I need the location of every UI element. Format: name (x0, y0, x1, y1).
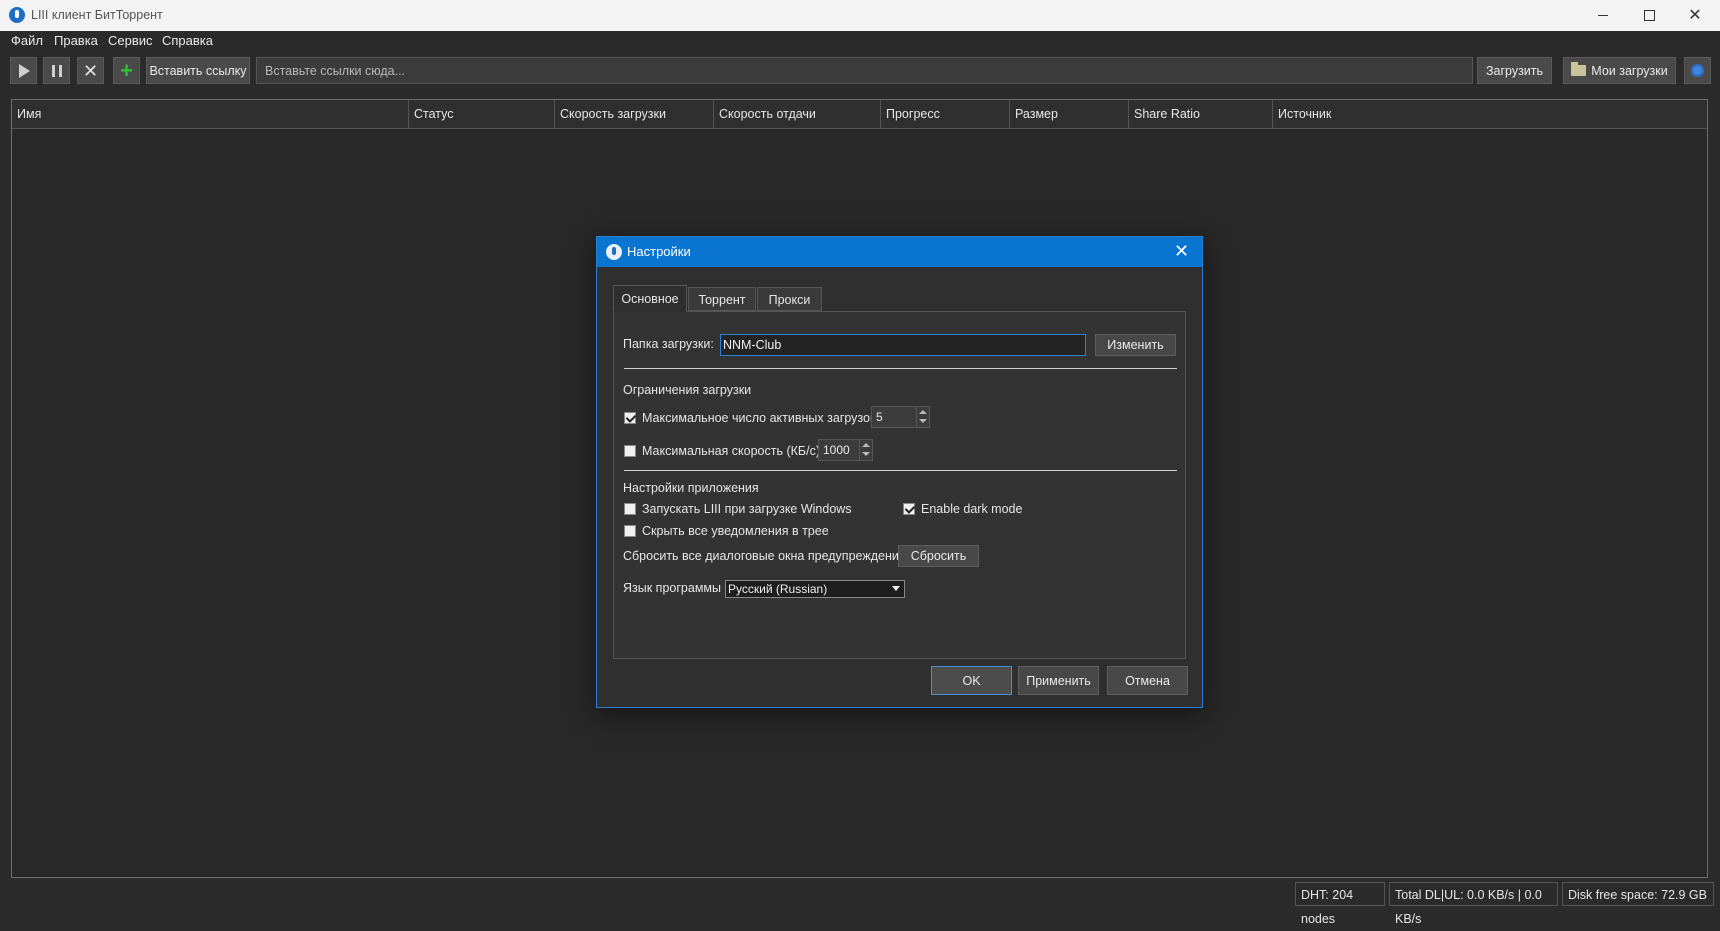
remove-button[interactable]: ✕ (77, 57, 104, 84)
tab-torrent[interactable]: Торрент (688, 287, 756, 311)
hide-notifications-label: Скрыть все уведомления в трее (642, 524, 829, 538)
apply-button[interactable]: Применить (1018, 666, 1099, 695)
url-input[interactable] (256, 57, 1473, 84)
close-window-button[interactable]: ✕ (1672, 0, 1718, 31)
col-name[interactable]: Имя (12, 100, 409, 128)
menu-file[interactable]: Файл (11, 33, 43, 48)
max-active-label: Максимальное число активных загрузок (642, 411, 876, 425)
table-header: Имя Статус Скорость загрузки Скорость от… (12, 100, 1707, 129)
gear-icon (1691, 64, 1704, 77)
minimize-button[interactable] (1580, 0, 1626, 31)
limits-header: Ограничения загрузки (623, 383, 752, 397)
tab-panel-general: Папка загрузки: NNM-Club Изменить Ограни… (613, 311, 1186, 659)
menu-help[interactable]: Справка (162, 33, 213, 48)
change-folder-button[interactable]: Изменить (1095, 334, 1176, 356)
dht-status: DHT: 204 nodes (1295, 882, 1385, 926)
maximize-icon (1643, 10, 1655, 21)
maximize-button[interactable] (1626, 0, 1672, 31)
max-active-spinbox[interactable]: 5 (871, 406, 930, 428)
plus-icon: + (120, 57, 133, 83)
title-bar: LIII клиент БитТоррент ✕ (0, 0, 1720, 31)
language-value: Русский (Russian) (728, 582, 828, 596)
add-torrent-button[interactable]: + (113, 57, 140, 84)
folder-icon (1571, 62, 1587, 76)
start-button[interactable] (10, 57, 37, 84)
max-speed-checkbox[interactable] (624, 445, 636, 457)
max-speed-label: Максимальная скорость (КБ/с) (642, 444, 821, 458)
dialog-title-bar: Настройки ✕ (597, 237, 1202, 267)
ok-button[interactable]: OK (931, 666, 1012, 695)
total-speed-status: Total DL|UL: 0.0 KB/s | 0.0 KB/s (1389, 882, 1558, 926)
max-speed-spinbox[interactable]: 1000 (818, 439, 873, 461)
close-icon: ✕ (1688, 6, 1702, 24)
dialog-close-icon[interactable]: ✕ (1174, 241, 1189, 262)
dark-mode-checkbox[interactable] (903, 503, 915, 515)
menu-bar: Файл Правка Сервис Справка (0, 31, 1720, 51)
max-active-checkbox[interactable] (624, 412, 636, 424)
hide-notifications-checkbox[interactable] (624, 525, 636, 537)
language-select[interactable]: Русский (Russian) (725, 580, 905, 598)
folder-label: Папка загрузки: (623, 337, 714, 351)
autostart-checkbox[interactable] (624, 503, 636, 515)
menu-service[interactable]: Сервис (108, 33, 153, 48)
app-settings-header: Настройки приложения (623, 481, 759, 495)
max-active-value: 5 (876, 410, 883, 424)
pause-icon (51, 64, 62, 77)
separator (624, 368, 1177, 369)
spin-arrows-icon[interactable] (916, 407, 929, 427)
spin-arrows-icon[interactable] (859, 440, 872, 460)
dark-mode-label: Enable dark mode (921, 502, 1023, 516)
app-icon (606, 244, 622, 260)
tab-general[interactable]: Основное (613, 285, 687, 312)
status-bar: DHT: 204 nodes Total DL|UL: 0.0 KB/s | 0… (0, 880, 1720, 926)
cancel-button[interactable]: Отмена (1107, 666, 1188, 695)
col-upload-speed[interactable]: Скорость отдачи (714, 100, 881, 128)
play-icon (19, 63, 30, 78)
col-download-speed[interactable]: Скорость загрузки (555, 100, 714, 128)
menu-edit[interactable]: Правка (54, 33, 98, 48)
my-downloads-label: Мои загрузки (1591, 63, 1668, 78)
load-button[interactable]: Загрузить (1477, 57, 1552, 84)
tab-proxy[interactable]: Прокси (757, 287, 822, 311)
separator (624, 470, 1177, 471)
col-progress[interactable]: Прогресс (881, 100, 1010, 128)
reset-dialogs-label: Сбросить все диалоговые окна предупрежде… (623, 549, 906, 563)
download-folder-input[interactable]: NNM-Club (720, 334, 1086, 356)
col-share-ratio[interactable]: Share Ratio (1129, 100, 1273, 128)
chevron-down-icon (892, 586, 900, 591)
col-status[interactable]: Статус (409, 100, 555, 128)
minimize-icon (1598, 15, 1608, 16)
max-speed-value: 1000 (823, 443, 850, 457)
col-size[interactable]: Размер (1010, 100, 1129, 128)
col-source[interactable]: Источник (1273, 100, 1707, 128)
autostart-label: Запускать LIII при загрузке Windows (642, 502, 852, 516)
language-label: Язык программы (623, 581, 721, 595)
remove-icon: ✕ (82, 60, 99, 81)
disk-space-status: Disk free space: 72.9 GB (1562, 882, 1714, 906)
app-icon (9, 7, 25, 23)
pause-button[interactable] (43, 57, 70, 84)
my-downloads-button[interactable]: Мои загрузки (1563, 57, 1676, 84)
window-title: LIII клиент БитТоррент (31, 8, 163, 22)
settings-button[interactable] (1684, 57, 1711, 84)
settings-dialog: Настройки ✕ Основное Торрент Прокси Папк… (596, 236, 1203, 708)
paste-link-button[interactable]: Вставить ссылку (146, 57, 250, 84)
reset-dialogs-button[interactable]: Сбросить (898, 545, 979, 567)
dialog-title: Настройки (627, 244, 691, 259)
